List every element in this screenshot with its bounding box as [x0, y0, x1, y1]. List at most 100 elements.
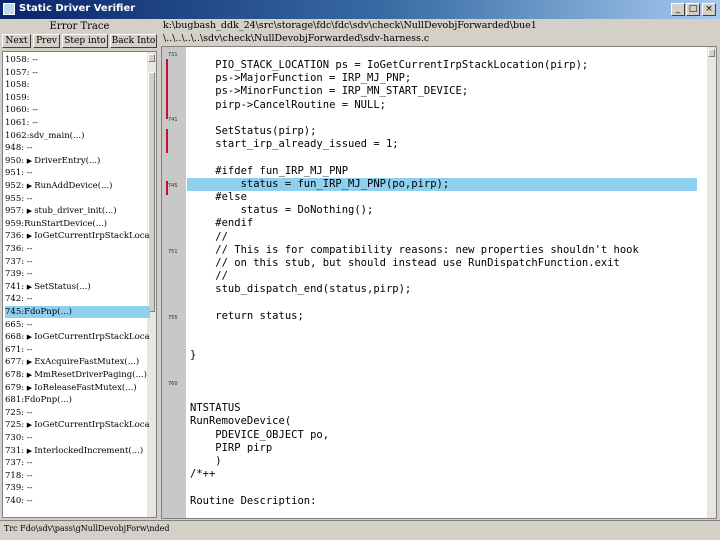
app-icon	[3, 3, 15, 15]
code-line: ps->MinorFunction = IRP_MN_START_DEVICE;	[190, 85, 469, 98]
trace-item-text: 668:	[5, 332, 25, 343]
code-line: ps->MajorFunction = IRP_MJ_PNP;	[190, 72, 412, 85]
code-line: //	[190, 270, 228, 283]
trace-item-call: DriverEntry(...)	[34, 155, 101, 166]
trace-item[interactable]: 952: ▶ RunAddDevice(...)	[5, 180, 150, 192]
code-line: RunRemoveDevice(	[190, 415, 292, 428]
trace-item[interactable]: 737: --	[5, 256, 150, 268]
trace-item-text: 959:RunStartDevice(...)	[5, 218, 108, 229]
trace-item[interactable]: 741: ▶ SetStatus(...)	[5, 281, 150, 293]
trace-item-text: 736: --	[5, 244, 33, 254]
trace-item-text: 955: --	[5, 193, 33, 204]
trace-item-selected[interactable]: 745:FdoPnp(...)	[5, 306, 150, 318]
maximize-button[interactable]: □	[686, 3, 700, 16]
trace-item[interactable]: 679: ▶ IoReleaseFastMutex(...)	[5, 382, 150, 394]
code-line: SetStatus(pirp);	[190, 125, 317, 137]
error-trace-pane: Error Trace Next Prev Step into Back Int…	[0, 20, 159, 520]
trace-item-call: MmResetDriverPaging(...)	[34, 370, 147, 380]
code-line: /*++	[190, 468, 216, 481]
trace-item[interactable]: 671: --	[5, 344, 150, 356]
expand-arrow-icon[interactable]: ▶	[27, 157, 32, 165]
trace-item-text: 951: --	[5, 168, 33, 179]
trace-item[interactable]: 959:RunStartDevice(...)	[5, 218, 150, 230]
trace-item-call: IoGetCurrentIrpStackLoca	[34, 332, 150, 343]
trace-item[interactable]: 1060: --	[5, 104, 150, 116]
code-line: status = DoNothing();	[190, 204, 374, 217]
trace-item[interactable]: 740: --	[5, 495, 150, 507]
trace-list[interactable]: 1058: -- 1057: -- 1058: 1059: 1060: -- 1061: …	[2, 51, 157, 518]
trace-item[interactable]: 731: ▶ InterlockedIncrement(...)	[5, 445, 150, 457]
trace-item[interactable]: 730: --	[5, 432, 150, 444]
trace-item[interactable]: 1061: --	[5, 117, 150, 129]
trace-item[interactable]: 948: --	[5, 142, 150, 154]
expand-arrow-icon[interactable]: ▶	[27, 333, 32, 341]
trace-item[interactable]: 678: ▶ MmResetDriverPaging(...)	[5, 369, 150, 381]
status-text: Trc Fdo\sdv\pass\gNullDevobjForw\nded	[4, 524, 170, 533]
close-button[interactable]: ×	[702, 3, 716, 16]
expand-arrow-icon[interactable]: ▶	[27, 207, 32, 215]
trace-item-text: 1058:	[5, 80, 30, 91]
trace-item[interactable]: 1057: --	[5, 67, 150, 79]
trace-item[interactable]: 742: --	[5, 293, 150, 305]
trace-item[interactable]: 957: ▶ stub_driver_init(...)	[5, 205, 150, 217]
gutter-line-number: 741	[168, 117, 178, 123]
minimize-button[interactable]: _	[671, 3, 685, 16]
code-line: #ifdef fun_IRP_MJ_PNP	[190, 164, 349, 177]
status-bar: Trc Fdo\sdv\pass\gNullDevobjForw\nded	[0, 520, 720, 540]
trace-item-text: 736:	[5, 231, 25, 242]
code-line: )	[190, 455, 222, 467]
trace-item[interactable]: 736: --	[5, 243, 150, 255]
trace-item[interactable]: 1058:	[5, 79, 150, 91]
trace-item[interactable]: 668: ▶ IoGetCurrentIrpStackLoca	[5, 331, 150, 343]
trace-item-text: 725:	[5, 420, 25, 431]
gutter-line-number: 731	[168, 52, 178, 58]
expand-arrow-icon[interactable]: ▶	[27, 421, 32, 429]
expand-arrow-icon[interactable]: ▶	[27, 232, 32, 240]
trace-item[interactable]: 681:FdoPnp(...)	[5, 394, 150, 406]
trace-item-text: 739: --	[5, 483, 33, 494]
expand-arrow-icon[interactable]: ▶	[27, 447, 32, 455]
expand-arrow-icon[interactable]: ▶	[27, 182, 32, 190]
editor-scroll-up-arrow[interactable]	[708, 49, 715, 57]
trace-item-call: InterlockedIncrement(...)	[34, 445, 144, 456]
trace-item[interactable]: 665: --	[5, 319, 150, 331]
back-into-button[interactable]: Back Into	[110, 34, 157, 48]
trace-item[interactable]: 739: --	[5, 268, 150, 280]
trace-item-text: 957:	[5, 206, 25, 217]
trace-item[interactable]: 951: --	[5, 167, 150, 179]
expand-arrow-icon[interactable]: ▶	[27, 371, 32, 379]
trace-item-text: 1062:sdv_main(...)	[5, 130, 85, 141]
trace-item[interactable]: 955: --	[5, 193, 150, 205]
code-line: PIRP pirp	[190, 441, 273, 454]
expand-arrow-icon[interactable]: ▶	[27, 384, 32, 392]
expand-arrow-icon[interactable]: ▶	[27, 358, 32, 366]
trace-item[interactable]: 725: --	[5, 407, 150, 419]
trace-item[interactable]: 736: ▶ IoGetCurrentIrpStackLoca	[5, 230, 150, 242]
step-into-button[interactable]: Step into	[62, 34, 108, 48]
trace-item[interactable]: 677: ▶ ExAcquireFastMutex(...)	[5, 356, 150, 368]
trace-item[interactable]: 1059:	[5, 92, 150, 104]
trace-item-call: ExAcquireFastMutex(...)	[34, 357, 140, 368]
trace-item[interactable]: 725: ▶ IoGetCurrentIrpStackLoca	[5, 419, 150, 431]
prev-button[interactable]: Prev	[33, 34, 60, 48]
trace-item[interactable]: 1062:sdv_main(...)	[5, 130, 150, 142]
trace-item-text: 681:FdoPnp(...)	[5, 395, 72, 406]
code-line: #else	[190, 191, 247, 203]
trace-item[interactable]: 1058: --	[5, 54, 150, 66]
editor-scrollbar[interactable]	[707, 47, 716, 518]
trace-item-text: 1057: --	[5, 67, 38, 78]
trace-item-text: 1061: --	[5, 118, 38, 128]
trace-item[interactable]: 739: --	[5, 482, 150, 494]
next-button[interactable]: Next	[2, 34, 31, 48]
trace-marker	[166, 129, 168, 153]
source-editor[interactable]: 731 741 745 751 755 760 PIO_STACK_LOCATI…	[161, 46, 717, 519]
trace-item[interactable]: 950: ▶ DriverEntry(...)	[5, 155, 150, 167]
expand-arrow-icon[interactable]: ▶	[27, 283, 32, 291]
trace-item[interactable]: 737: --	[5, 457, 150, 469]
gutter-line-number: 751	[168, 249, 178, 255]
code-line: //	[190, 230, 228, 243]
code-line: pirp->CancelRoutine = NULL;	[190, 98, 386, 111]
trace-item-text: 737: --	[5, 458, 33, 469]
trace-item[interactable]: 718: --	[5, 470, 150, 482]
trace-item-text: 745:FdoPnp(...)	[5, 307, 72, 317]
